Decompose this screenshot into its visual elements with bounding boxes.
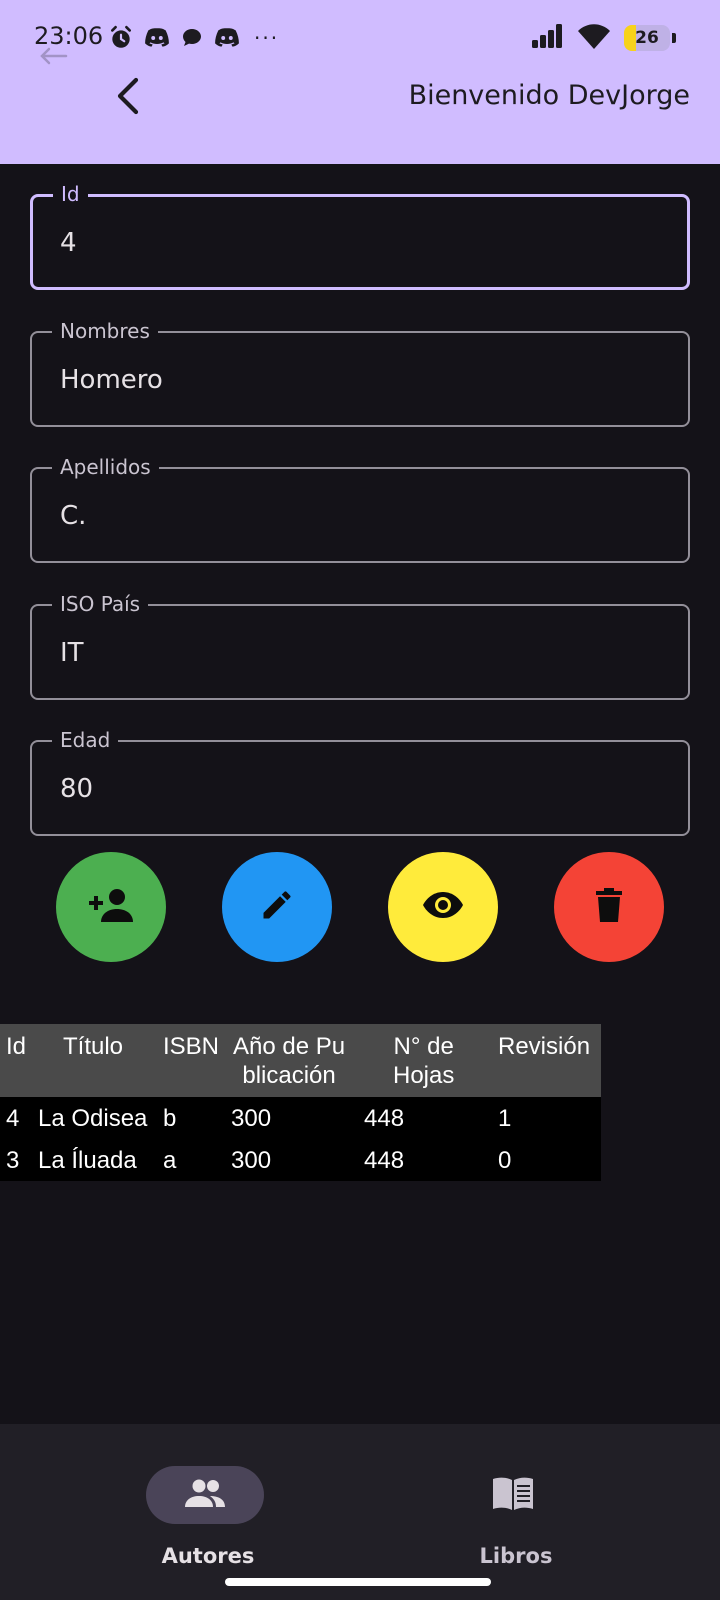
iso-pais-field-label: ISO País	[52, 592, 149, 616]
discord-icon	[214, 27, 240, 49]
id-field[interactable]: Id	[30, 182, 690, 290]
chat-bubble-icon	[180, 26, 204, 50]
nav-label-libros: Libros	[479, 1544, 553, 1568]
nav-item-autores[interactable]: Autores	[88, 1444, 328, 1568]
table-header: Id Título ISBN Año de Pu blicación N° de…	[0, 1024, 601, 1097]
id-field-label: Id	[53, 182, 88, 206]
apellidos-field[interactable]: Apellidos	[30, 455, 690, 563]
cell-ano: 300	[231, 1105, 272, 1132]
system-back-gesture-icon	[38, 46, 68, 70]
nombres-field[interactable]: Nombres	[30, 319, 690, 427]
apellidos-field-label: Apellidos	[52, 455, 159, 479]
edit-button[interactable]	[222, 852, 332, 962]
column-header-id: Id	[6, 1033, 27, 1060]
nav-item-libros[interactable]: Libros	[396, 1444, 636, 1568]
add-author-button[interactable]	[56, 852, 166, 962]
edad-field-label: Edad	[52, 728, 119, 752]
trash-icon	[596, 888, 622, 926]
cell-titulo: La Íluada	[38, 1147, 137, 1174]
bottom-navigation: Autores Libros	[0, 1424, 720, 1600]
app-header: 23:06 ··· 26 Bienvenido DevJorge	[0, 0, 720, 164]
eye-icon	[422, 890, 464, 924]
delete-button[interactable]	[554, 852, 664, 962]
column-header-titulo: Título	[63, 1033, 124, 1060]
view-button[interactable]	[388, 852, 498, 962]
iso-pais-field[interactable]: ISO País	[30, 592, 690, 700]
cell-isbn: a	[163, 1147, 177, 1174]
table-body: 4 La Odisea b 300 448 1 3 La Íluada a 30…	[0, 1097, 601, 1181]
column-header-num-hojas: N° de Hojas	[393, 1033, 455, 1089]
battery-level: 26	[635, 28, 659, 48]
wifi-icon	[578, 23, 610, 53]
people-icon	[184, 1479, 226, 1511]
nav-label-autores: Autores	[161, 1544, 255, 1568]
iso-pais-input[interactable]	[60, 638, 660, 668]
table-row[interactable]: 3 La Íluada a 300 448 0	[0, 1139, 601, 1181]
cell-hojas: 448	[364, 1147, 405, 1174]
apellidos-input[interactable]	[60, 501, 660, 531]
chevron-left-icon	[114, 76, 142, 120]
cell-id: 4	[6, 1105, 20, 1132]
id-input[interactable]	[60, 228, 660, 258]
page-title: Bienvenido DevJorge	[408, 80, 690, 111]
cell-hojas: 448	[364, 1105, 405, 1132]
more-notifications-indicator: ···	[254, 26, 280, 50]
battery-tip	[672, 33, 676, 43]
table-row[interactable]: 4 La Odisea b 300 448 1	[0, 1097, 601, 1139]
column-header-isbn: ISBN	[163, 1033, 220, 1060]
home-indicator[interactable]	[225, 1578, 491, 1586]
nombres-field-label: Nombres	[52, 319, 158, 343]
column-header-revision: Revisión	[498, 1033, 591, 1060]
column-header-ano-publicacion: Año de Pu blicación	[233, 1033, 346, 1089]
cell-revision: 1	[498, 1105, 512, 1132]
nav-indicator	[454, 1466, 572, 1524]
signal-icon	[532, 24, 564, 52]
cell-id: 3	[6, 1147, 20, 1174]
status-notification-icons: ···	[108, 24, 279, 52]
edad-field[interactable]: Edad	[30, 728, 690, 836]
cell-ano: 300	[231, 1147, 272, 1174]
person-add-icon	[89, 888, 133, 926]
book-icon	[492, 1476, 534, 1514]
edad-input[interactable]	[60, 774, 660, 804]
status-system-icons: 26	[532, 24, 676, 52]
nav-indicator	[146, 1466, 264, 1524]
nombres-input[interactable]	[60, 365, 660, 395]
cell-isbn: b	[163, 1105, 177, 1132]
books-table: Id Título ISBN Año de Pu blicación N° de…	[0, 1024, 601, 1181]
battery-icon: 26	[624, 25, 676, 51]
pencil-icon	[259, 887, 295, 927]
battery-body: 26	[624, 25, 670, 51]
alarm-icon	[108, 25, 134, 51]
cell-revision: 0	[498, 1147, 512, 1174]
back-button[interactable]	[108, 72, 148, 124]
cell-titulo: La Odisea	[38, 1105, 148, 1132]
discord-icon	[144, 27, 170, 49]
